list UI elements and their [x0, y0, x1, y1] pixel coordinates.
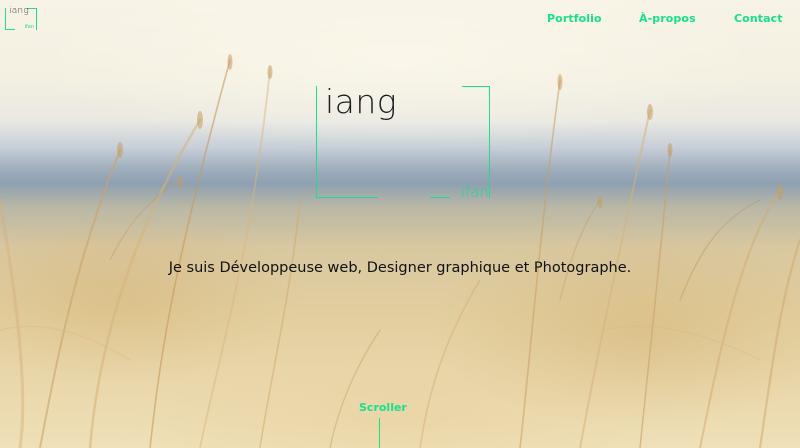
brand-top-text: iang	[325, 82, 398, 121]
brand-frame-right	[489, 86, 490, 198]
hero-tagline: Je suis Développeuse web, Designer graph…	[168, 260, 632, 276]
grass-photo	[0, 54, 800, 448]
site-logo[interactable]: iang ifan	[5, 6, 37, 30]
logo-frame-bottom	[5, 29, 15, 30]
scroll-button[interactable]: Scroller	[359, 401, 407, 414]
brand-frame-bottom-right	[430, 197, 450, 198]
logo-top-text: iang	[9, 6, 29, 16]
scroll-indicator-line	[379, 418, 380, 448]
logo-bottom-text: ifan	[24, 24, 34, 30]
logo-frame-right	[36, 8, 37, 30]
brand-frame-left	[316, 86, 317, 198]
brand-logo: iang ifan	[316, 82, 492, 201]
brand-frame-top	[462, 86, 490, 87]
nav-a-propos[interactable]: À-propos	[639, 12, 696, 25]
nav-contact[interactable]: Contact	[734, 12, 783, 25]
brand-bottom-text: ifan	[460, 183, 489, 201]
hero-background	[0, 0, 800, 448]
brand-frame-bottom	[316, 197, 378, 198]
logo-frame-left	[5, 8, 6, 30]
nav-portfolio[interactable]: Portfolio	[547, 12, 602, 25]
